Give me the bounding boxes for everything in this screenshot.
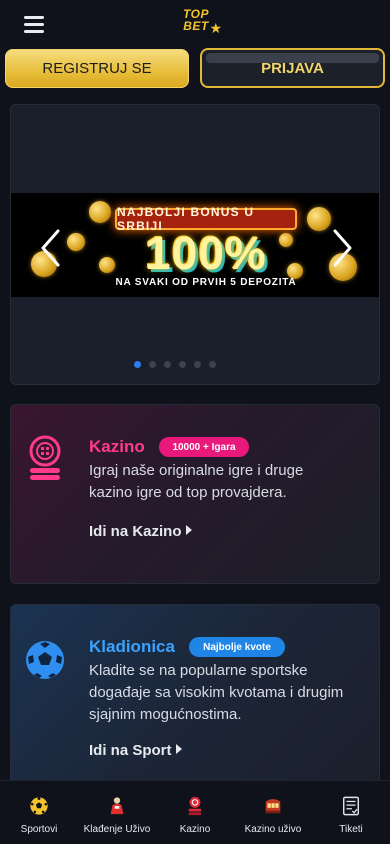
caret-right-icon <box>185 525 192 535</box>
carousel-dot[interactable] <box>209 361 216 368</box>
carousel-next-arrow-icon[interactable] <box>329 228 355 268</box>
casino-chips-icon <box>25 435 65 485</box>
carousel-dot[interactable] <box>194 361 201 368</box>
login-button-label: PRIJAVA <box>261 59 324 77</box>
coin-decoration <box>307 207 331 231</box>
star-icon: ★ <box>209 20 222 36</box>
carousel-prev-arrow-icon[interactable] <box>38 228 64 268</box>
carousel-dot[interactable] <box>149 361 156 368</box>
ticket-icon <box>340 795 362 817</box>
nav-item-kazino[interactable]: Kazino <box>156 781 234 844</box>
carousel-dot[interactable] <box>179 361 186 368</box>
kazino-card[interactable]: Kazino 10000 + Igara Igraj naše original… <box>10 404 380 584</box>
carousel-dot[interactable] <box>164 361 171 368</box>
soccer-ball-icon <box>28 795 50 817</box>
kazino-title: Kazino <box>89 437 145 456</box>
live-player-icon <box>106 795 128 817</box>
bottom-navigation: Sportovi Klađenje Uživo Kazino Kazino už… <box>0 780 390 844</box>
caret-right-icon <box>175 744 182 754</box>
kazino-link[interactable]: Idi na Kazino <box>89 523 192 540</box>
topbet-logo[interactable]: TOP BET ★ <box>170 6 222 40</box>
nav-item-kladjenje-uzivo[interactable]: Klađenje Uživo <box>78 781 156 844</box>
kazino-description: Igraj naše originalne igre i druge kazin… <box>89 462 304 501</box>
promo-banner-image[interactable]: NAJBOLJI BONUS U SRBIJI 100% NA SVAKI OD… <box>11 193 379 297</box>
nav-item-tiketi[interactable]: Tiketi <box>312 781 390 844</box>
app-header: TOP BET ★ <box>0 0 390 48</box>
coin-decoration <box>67 233 85 251</box>
coin-decoration <box>99 257 115 273</box>
nav-item-kazino-uzivo[interactable]: Kazino uživo <box>234 781 312 844</box>
sport-link-label: Idi na Sport <box>89 742 172 759</box>
live-casino-icon <box>262 795 284 817</box>
page: TOP BET ★ REGISTRUJ SE PRIJAVA NAJBOLJI … <box>0 0 390 844</box>
promo-subtitle: NA SVAKI OD PRVIH 5 DEPOZITA <box>115 277 297 288</box>
promo-carousel[interactable]: NAJBOLJI BONUS U SRBIJI 100% NA SVAKI OD… <box>10 104 380 385</box>
soccer-ball-icon <box>25 635 65 685</box>
login-button[interactable]: PRIJAVA <box>200 48 385 88</box>
carousel-pagination <box>134 361 216 369</box>
kazino-games-badge: 10000 + Igara <box>159 437 249 457</box>
promo-headline: 100% <box>145 227 267 279</box>
kazino-link-label: Idi na Kazino <box>89 523 182 540</box>
sport-link[interactable]: Idi na Sport <box>89 742 182 759</box>
kladionica-card[interactable]: Kladionica Najbolje kvote Kladite se na … <box>10 604 380 784</box>
nav-label: Tiketi <box>339 824 363 835</box>
nav-label: Klađenje Uživo <box>83 824 151 835</box>
carousel-dot[interactable] <box>134 361 141 368</box>
coin-decoration <box>279 233 293 247</box>
nav-item-sportovi[interactable]: Sportovi <box>0 781 78 844</box>
hamburger-menu-icon[interactable] <box>24 16 44 34</box>
kladionica-description: Kladite se na popularne sportske događaj… <box>89 662 344 723</box>
kladionica-title: Kladionica <box>89 637 175 656</box>
nav-label: Sportovi <box>20 824 58 835</box>
best-odds-badge: Najbolje kvote <box>189 637 285 657</box>
nav-label: Kazino uživo <box>244 824 302 835</box>
register-button-label: REGISTRUJ SE <box>42 60 152 77</box>
coin-decoration <box>89 201 111 223</box>
casino-chip-icon <box>184 795 206 817</box>
nav-label: Kazino <box>179 824 211 835</box>
register-button[interactable]: REGISTRUJ SE <box>5 49 189 88</box>
